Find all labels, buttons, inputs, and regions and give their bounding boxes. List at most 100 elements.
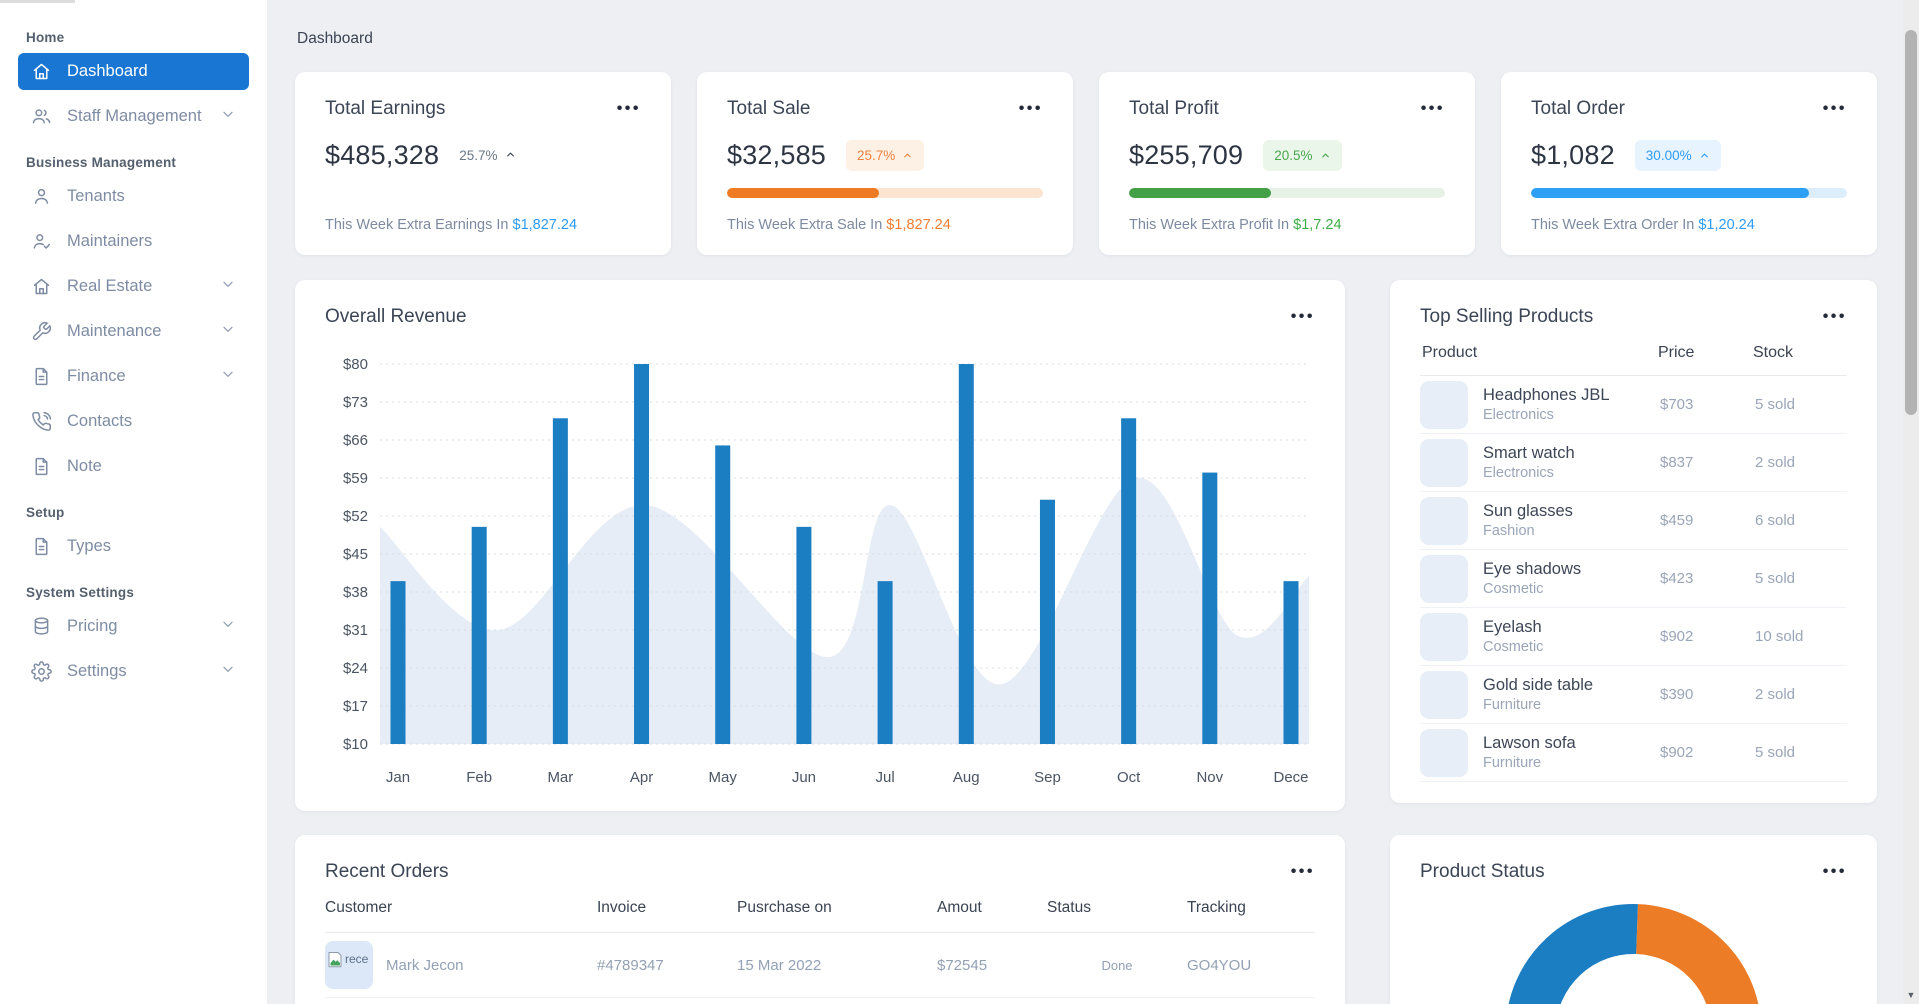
more-menu-icon[interactable]: ••• bbox=[1421, 101, 1445, 117]
scrollbar-thumb[interactable] bbox=[1905, 30, 1917, 415]
more-menu-icon[interactable]: ••• bbox=[1019, 101, 1043, 117]
product-status-donut bbox=[1508, 904, 1759, 1004]
svg-text:$59: $59 bbox=[343, 470, 368, 487]
svg-text:Aug: Aug bbox=[953, 769, 980, 786]
sidebar-section-label: Home bbox=[26, 30, 65, 45]
vertical-scrollbar[interactable]: ▼ bbox=[1903, 0, 1919, 1004]
product-stock: 5 sold bbox=[1755, 744, 1796, 761]
product-name: Eye shadows bbox=[1483, 560, 1582, 579]
more-menu-icon[interactable]: ••• bbox=[1823, 101, 1847, 117]
product-price: $459 bbox=[1660, 512, 1694, 529]
sidebar-item-note[interactable]: Note bbox=[18, 448, 249, 485]
svg-text:Feb: Feb bbox=[466, 769, 492, 786]
svg-text:Apr: Apr bbox=[630, 769, 653, 786]
stat-card-total-profit: Total Profit ••• $255,709 20.5% This Week Ex… bbox=[1099, 72, 1475, 255]
svg-text:$66: $66 bbox=[343, 432, 368, 449]
svg-text:Jun: Jun bbox=[792, 769, 816, 786]
more-menu-icon[interactable]: ••• bbox=[1291, 309, 1315, 325]
product-thumbnail bbox=[1420, 728, 1468, 777]
product-price: $390 bbox=[1660, 686, 1694, 703]
stat-footer: This Week Extra Order In $1,20.24 bbox=[1531, 217, 1755, 233]
revenue-area-series bbox=[380, 477, 1309, 744]
product-category: Electronics bbox=[1483, 406, 1554, 423]
product-category: Furniture bbox=[1483, 696, 1542, 713]
sidebar-item-finance[interactable]: Finance bbox=[18, 358, 249, 395]
column-price: Price bbox=[1658, 344, 1695, 361]
product-category: Furniture bbox=[1483, 754, 1542, 771]
stat-card-total-order: Total Order ••• $1,082 30.00% This Week Extr… bbox=[1501, 72, 1877, 255]
chevron-down-icon bbox=[223, 371, 233, 377]
wrench-icon bbox=[32, 322, 51, 341]
product-name: Sun glasses bbox=[1483, 502, 1573, 521]
person-check-icon bbox=[33, 234, 51, 249]
percent-badge: 20.5% bbox=[1263, 140, 1342, 171]
sidebar-item-label: Finance bbox=[67, 367, 126, 385]
chevron-up-icon bbox=[1700, 153, 1708, 158]
product-name: Lawson sofa bbox=[1483, 734, 1576, 753]
sidebar-item-pricing[interactable]: Pricing bbox=[18, 608, 249, 645]
home-icon bbox=[33, 278, 50, 295]
sidebar-item-real-estate[interactable]: Real Estate bbox=[18, 268, 249, 305]
sidebar-item-tenants[interactable]: Tenants bbox=[18, 178, 249, 215]
recent-orders-header: Customer Invoice Pusrchase on Amout Stat… bbox=[325, 899, 1315, 933]
sidebar-section: Business Management Tenants Maintainers Rea… bbox=[18, 155, 249, 485]
column-stock: Stock bbox=[1753, 344, 1794, 361]
product-category: Cosmetic bbox=[1483, 638, 1544, 655]
product-name: Gold side table bbox=[1483, 676, 1594, 695]
product-thumbnail bbox=[1420, 438, 1468, 487]
chevron-down-icon bbox=[220, 276, 236, 297]
revenue-bar bbox=[1283, 581, 1299, 744]
sidebar-item-types[interactable]: Types bbox=[18, 528, 249, 565]
order-amount: $72545 bbox=[937, 956, 988, 974]
sidebar-item-maintainers[interactable]: Maintainers bbox=[18, 223, 249, 260]
chevron-down-icon bbox=[223, 326, 233, 332]
svg-text:$10: $10 bbox=[343, 736, 368, 753]
revenue-bar bbox=[1202, 472, 1218, 744]
sidebar-item-maintenance[interactable]: Maintenance bbox=[18, 313, 249, 350]
more-menu-icon[interactable]: ••• bbox=[1291, 864, 1315, 880]
sidebar-item-contacts[interactable]: Contacts bbox=[18, 403, 249, 440]
revenue-bar bbox=[958, 364, 974, 744]
sidebar-item-label: Settings bbox=[67, 662, 127, 680]
chevron-up-icon bbox=[904, 153, 912, 158]
product-category: Cosmetic bbox=[1483, 580, 1544, 597]
percent-badge: 25.7% bbox=[846, 140, 925, 171]
sidebar-item-settings[interactable]: Settings bbox=[18, 653, 249, 690]
sidebar-section-label: System Settings bbox=[26, 585, 135, 600]
recent-orders-list: rece Mark Jecon #4789347 15 Mar 2022 $72545 D… bbox=[325, 933, 1315, 1004]
revenue-bar bbox=[634, 364, 650, 744]
chevron-down-icon bbox=[223, 621, 233, 627]
sidebar-item-staff-management[interactable]: Staff Management bbox=[18, 98, 249, 135]
svg-text:Sep: Sep bbox=[1034, 769, 1061, 786]
sidebar-item-label: Types bbox=[67, 537, 112, 555]
more-menu-icon[interactable]: ••• bbox=[1823, 864, 1847, 880]
phone-icon bbox=[32, 411, 52, 431]
broken-image-icon bbox=[328, 952, 342, 968]
sidebar-item-label: Maintenance bbox=[67, 322, 162, 340]
column-product: Product bbox=[1422, 344, 1478, 361]
more-menu-icon[interactable]: ••• bbox=[617, 101, 641, 117]
progress-bar bbox=[1531, 188, 1847, 198]
revenue-bar bbox=[1039, 499, 1055, 744]
svg-text:$45: $45 bbox=[343, 546, 368, 563]
svg-text:$31: $31 bbox=[343, 622, 368, 639]
sidebar: Home Dashboard Staff Management Business Ma… bbox=[0, 0, 267, 1004]
stat-cards-row: Total Earnings ••• $485,328 25.7% This Week … bbox=[295, 72, 1877, 255]
chevron-down-icon bbox=[223, 281, 233, 287]
progress-fill bbox=[1129, 188, 1272, 198]
product-category: Electronics bbox=[1483, 464, 1554, 481]
scrollbar-down-arrow-icon[interactable]: ▼ bbox=[1903, 988, 1919, 1002]
file-icon bbox=[35, 367, 48, 386]
progress-fill bbox=[1531, 188, 1810, 198]
more-menu-icon[interactable]: ••• bbox=[1823, 309, 1847, 325]
chevron-down-icon bbox=[220, 321, 236, 342]
sidebar-item-dashboard[interactable]: Dashboard bbox=[18, 53, 249, 90]
svg-text:$73: $73 bbox=[343, 394, 368, 411]
revenue-bar bbox=[715, 445, 731, 744]
revenue-bar bbox=[552, 418, 568, 744]
stat-footer: This Week Extra Earnings In $1,827.24 bbox=[325, 217, 578, 233]
product-stock: 2 sold bbox=[1755, 454, 1796, 471]
progress-fill bbox=[727, 188, 879, 198]
top-selling-row: Eyelash Cosmetic $902 10 sold bbox=[1420, 608, 1847, 666]
product-status-title: Product Status bbox=[1420, 861, 1545, 882]
